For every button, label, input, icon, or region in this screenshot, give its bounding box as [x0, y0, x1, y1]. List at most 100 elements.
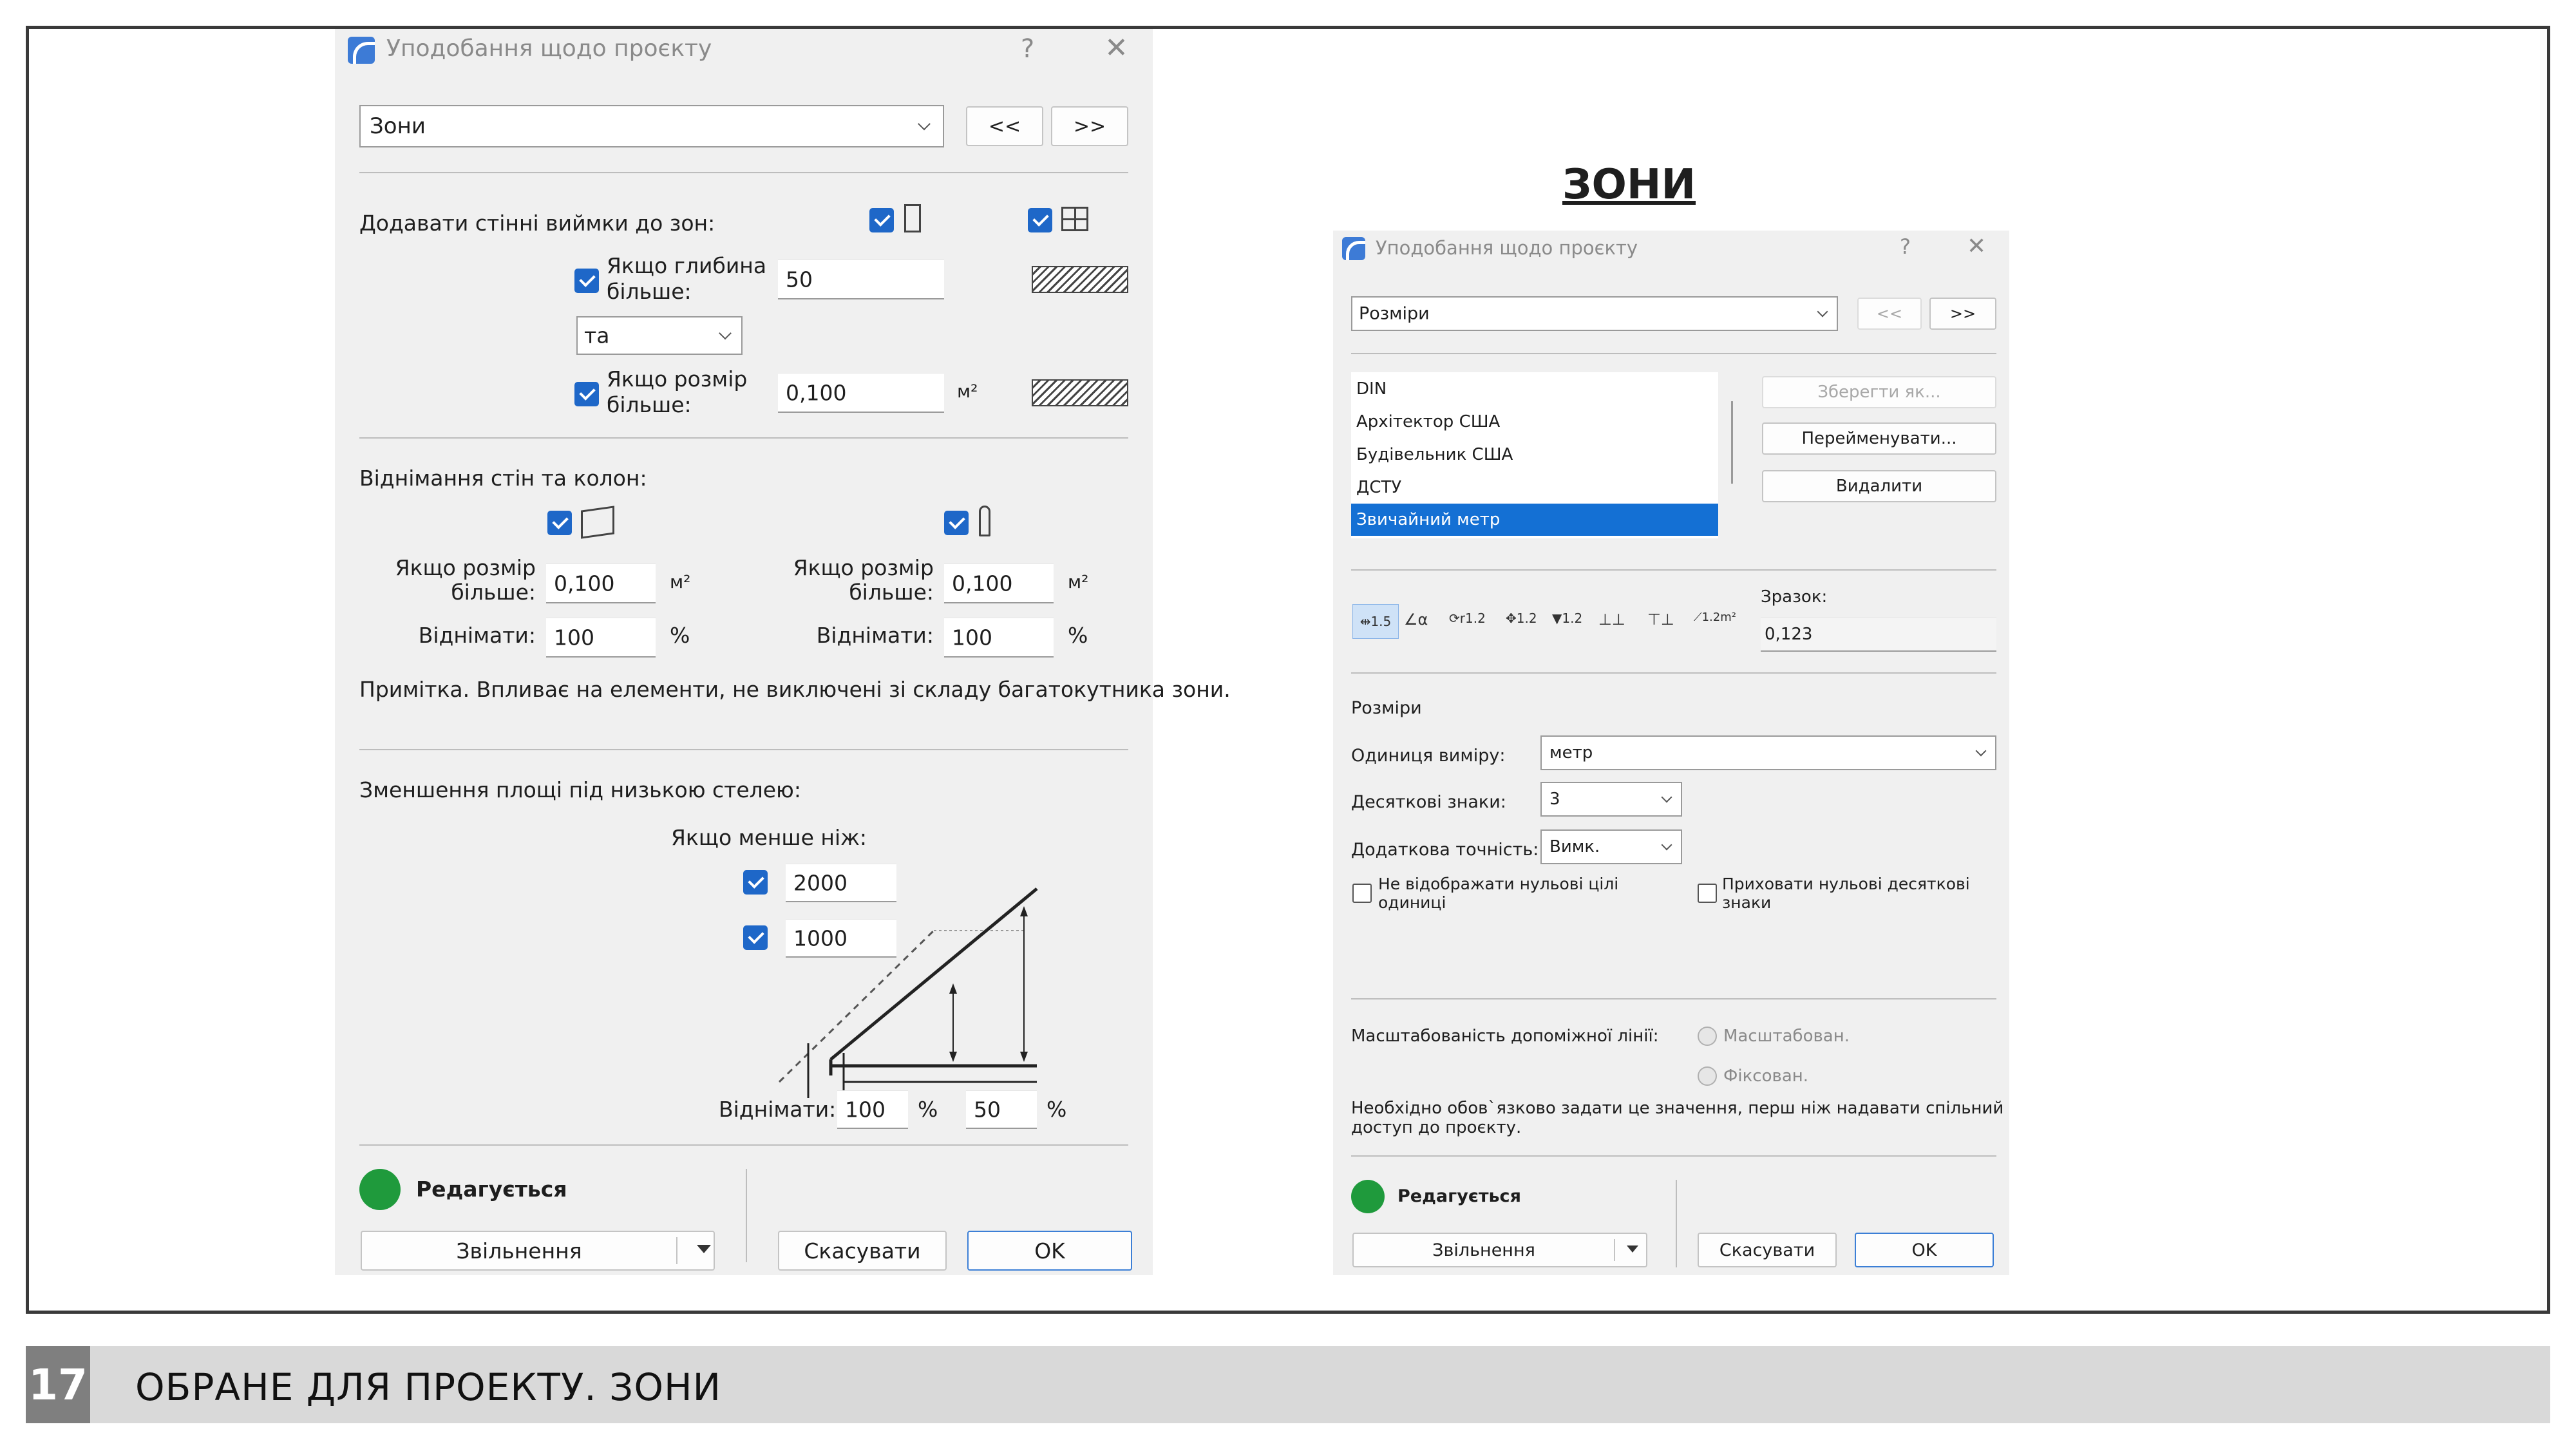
dimensions-preferences-dialog: Уподобання щодо проєкту ? ✕ Розміри << >… — [1333, 231, 2009, 1275]
ok-button[interactable]: OK — [1855, 1233, 1994, 1267]
decimals-dropdown[interactable]: 3 — [1540, 782, 1682, 817]
niche-window-checkbox[interactable] — [1028, 208, 1052, 232]
list-scrollbar[interactable] — [1731, 401, 1733, 484]
low-ceiling-label: Зменшення площі під низькою стелею: — [359, 777, 801, 802]
hide-zero-decimals-checkbox[interactable] — [1698, 884, 1717, 903]
list-item[interactable]: Будівельник США — [1351, 438, 1718, 471]
sample-label: Зразок: — [1761, 587, 1828, 607]
add-niches-label: Додавати стінні виймки до зон: — [359, 211, 715, 236]
sample-field: 0,123 — [1761, 617, 1996, 652]
door-niche-icon — [904, 204, 921, 232]
door-window-dimension-icon[interactable]: ⊥⊥ — [1598, 611, 1625, 629]
column-subtract-label: Віднімати: — [816, 623, 934, 648]
niche-size-input[interactable]: 0,100 — [778, 373, 944, 413]
dimension-presets-list[interactable]: DIN Архітектор США Будівельник США ДСТУ … — [1351, 372, 1718, 538]
dialog-title: Уподобання щодо проєкту — [386, 35, 712, 62]
slide-heading: ЗОНИ — [1562, 161, 1696, 209]
ok-button[interactable]: OK — [967, 1231, 1132, 1271]
radius-dimension-icon[interactable]: ⟳r1.2 — [1449, 611, 1486, 626]
angle-dimension-icon[interactable]: ∠α — [1404, 611, 1428, 629]
wall-subtract-label: Віднімати: — [418, 623, 536, 648]
help-icon[interactable]: ? — [1021, 34, 1034, 64]
subtract-walls-checkbox[interactable] — [547, 511, 572, 535]
prev-category-button[interactable]: << — [966, 106, 1043, 146]
scaled-radio[interactable] — [1698, 1027, 1717, 1046]
percent-label: % — [1068, 623, 1088, 648]
unit-dropdown[interactable]: метр — [1540, 735, 1996, 770]
separator — [1351, 998, 1996, 999]
cancel-button[interactable]: Скасувати — [778, 1231, 947, 1271]
chevron-down-icon — [918, 117, 931, 131]
fixed-radio[interactable] — [1698, 1066, 1717, 1086]
hide-zero-integer-label: Не відображати нульові цілі одиниці — [1378, 875, 1619, 912]
chevron-down-icon — [1661, 791, 1672, 803]
extra-accuracy-label: Додаткова точність: — [1351, 840, 1539, 860]
reduce1-input[interactable]: 100 — [837, 1090, 908, 1129]
section-title: Розміри — [1351, 698, 1422, 718]
area-calculation-icon[interactable]: ⟋1.2m² — [1694, 611, 1736, 624]
category-dropdown[interactable]: Зони — [359, 105, 944, 147]
decimals-label: Десяткові знаки: — [1351, 792, 1506, 812]
separator — [1351, 672, 1996, 674]
prev-category-button[interactable]: << — [1857, 298, 1922, 330]
list-item[interactable]: Архітектор США — [1351, 405, 1718, 438]
caret-down-icon[interactable] — [1627, 1245, 1638, 1253]
save-as-button[interactable]: Зберегти як... — [1762, 376, 1996, 408]
column-size-input[interactable]: 0,100 — [944, 564, 1054, 603]
cancel-button[interactable]: Скасувати — [1698, 1233, 1837, 1267]
release-button[interactable]: Звільнення — [361, 1231, 715, 1271]
close-icon[interactable]: ✕ — [1967, 233, 1986, 260]
footer-title: ОБРАНЕ ДЛЯ ПРОЕКТУ. ЗОНИ — [135, 1365, 722, 1409]
rename-button[interactable]: Перейменувати... — [1762, 422, 1996, 455]
wall-size-input[interactable]: 0,100 — [546, 564, 656, 603]
hide-zero-integer-checkbox[interactable] — [1352, 884, 1372, 903]
subtract-columns-checkbox[interactable] — [944, 511, 969, 535]
level-dimension-icon[interactable]: ✥1.2 — [1506, 611, 1537, 626]
fixed-option-label: Фіксован. — [1723, 1066, 1809, 1086]
delete-button[interactable]: Видалити — [1762, 470, 1996, 502]
depth-input[interactable]: 50 — [778, 260, 944, 299]
list-item[interactable]: DIN — [1351, 372, 1718, 405]
unit-m2-label: м² — [957, 381, 978, 402]
depth-checkbox[interactable] — [574, 269, 599, 293]
wall-subtract-input[interactable]: 100 — [546, 618, 656, 658]
niche-wall-checkbox[interactable] — [869, 208, 894, 232]
separator — [746, 1169, 747, 1262]
zones-preferences-dialog: Уподобання щодо проєкту ? ✕ Зони << >> Д… — [335, 29, 1231, 1275]
extra-accuracy-dropdown[interactable]: Вимк. — [1540, 829, 1682, 864]
close-icon[interactable]: ✕ — [1104, 32, 1128, 64]
linear-dimension-icon[interactable]: ⇹1.5 — [1352, 604, 1399, 639]
status-text: Редагується — [416, 1177, 567, 1202]
column-icon — [979, 506, 990, 536]
scalability-label: Масштабованість допоміжної лінії: — [1351, 1027, 1659, 1046]
help-icon[interactable]: ? — [1900, 234, 1911, 259]
release-button[interactable]: Звільнення — [1352, 1233, 1647, 1267]
column-size-label: Якщо розмір більше: — [793, 555, 934, 605]
note-text: Примітка. Впливає на елементи, не виключ… — [359, 677, 1231, 702]
reduce2-input[interactable]: 50 — [966, 1090, 1037, 1129]
list-item-selected[interactable]: Звичайний метр — [1351, 504, 1718, 536]
next-category-button[interactable]: >> — [1929, 298, 1996, 330]
archicad-app-icon — [1342, 237, 1365, 260]
sill-height-dimension-icon[interactable]: ⊤⊥ — [1647, 611, 1674, 629]
caret-down-icon[interactable] — [697, 1245, 711, 1253]
niche-size-checkbox[interactable] — [574, 382, 599, 406]
column-subtract-input[interactable]: 100 — [944, 618, 1054, 658]
status-indicator-icon — [1351, 1180, 1385, 1213]
chevron-down-icon — [1817, 306, 1828, 317]
elevation-dimension-icon[interactable]: ▼1.2 — [1552, 611, 1582, 626]
combine-dropdown[interactable]: та — [576, 316, 743, 355]
low-ceiling-diagram — [778, 887, 1038, 1098]
archicad-app-icon — [348, 37, 375, 64]
category-dropdown[interactable]: Розміри — [1351, 296, 1838, 331]
unit-m2-label: м² — [1068, 571, 1089, 592]
status-text: Редагується — [1397, 1186, 1521, 1206]
separator — [1676, 1180, 1677, 1267]
separator — [1351, 353, 1996, 354]
wall-icon — [581, 506, 614, 539]
next-category-button[interactable]: >> — [1051, 106, 1128, 146]
subtract-walls-label: Віднімання стін та колон: — [359, 466, 647, 491]
list-item[interactable]: ДСТУ — [1351, 471, 1718, 504]
percent-label: % — [918, 1097, 938, 1122]
chevron-down-icon — [1661, 839, 1672, 851]
